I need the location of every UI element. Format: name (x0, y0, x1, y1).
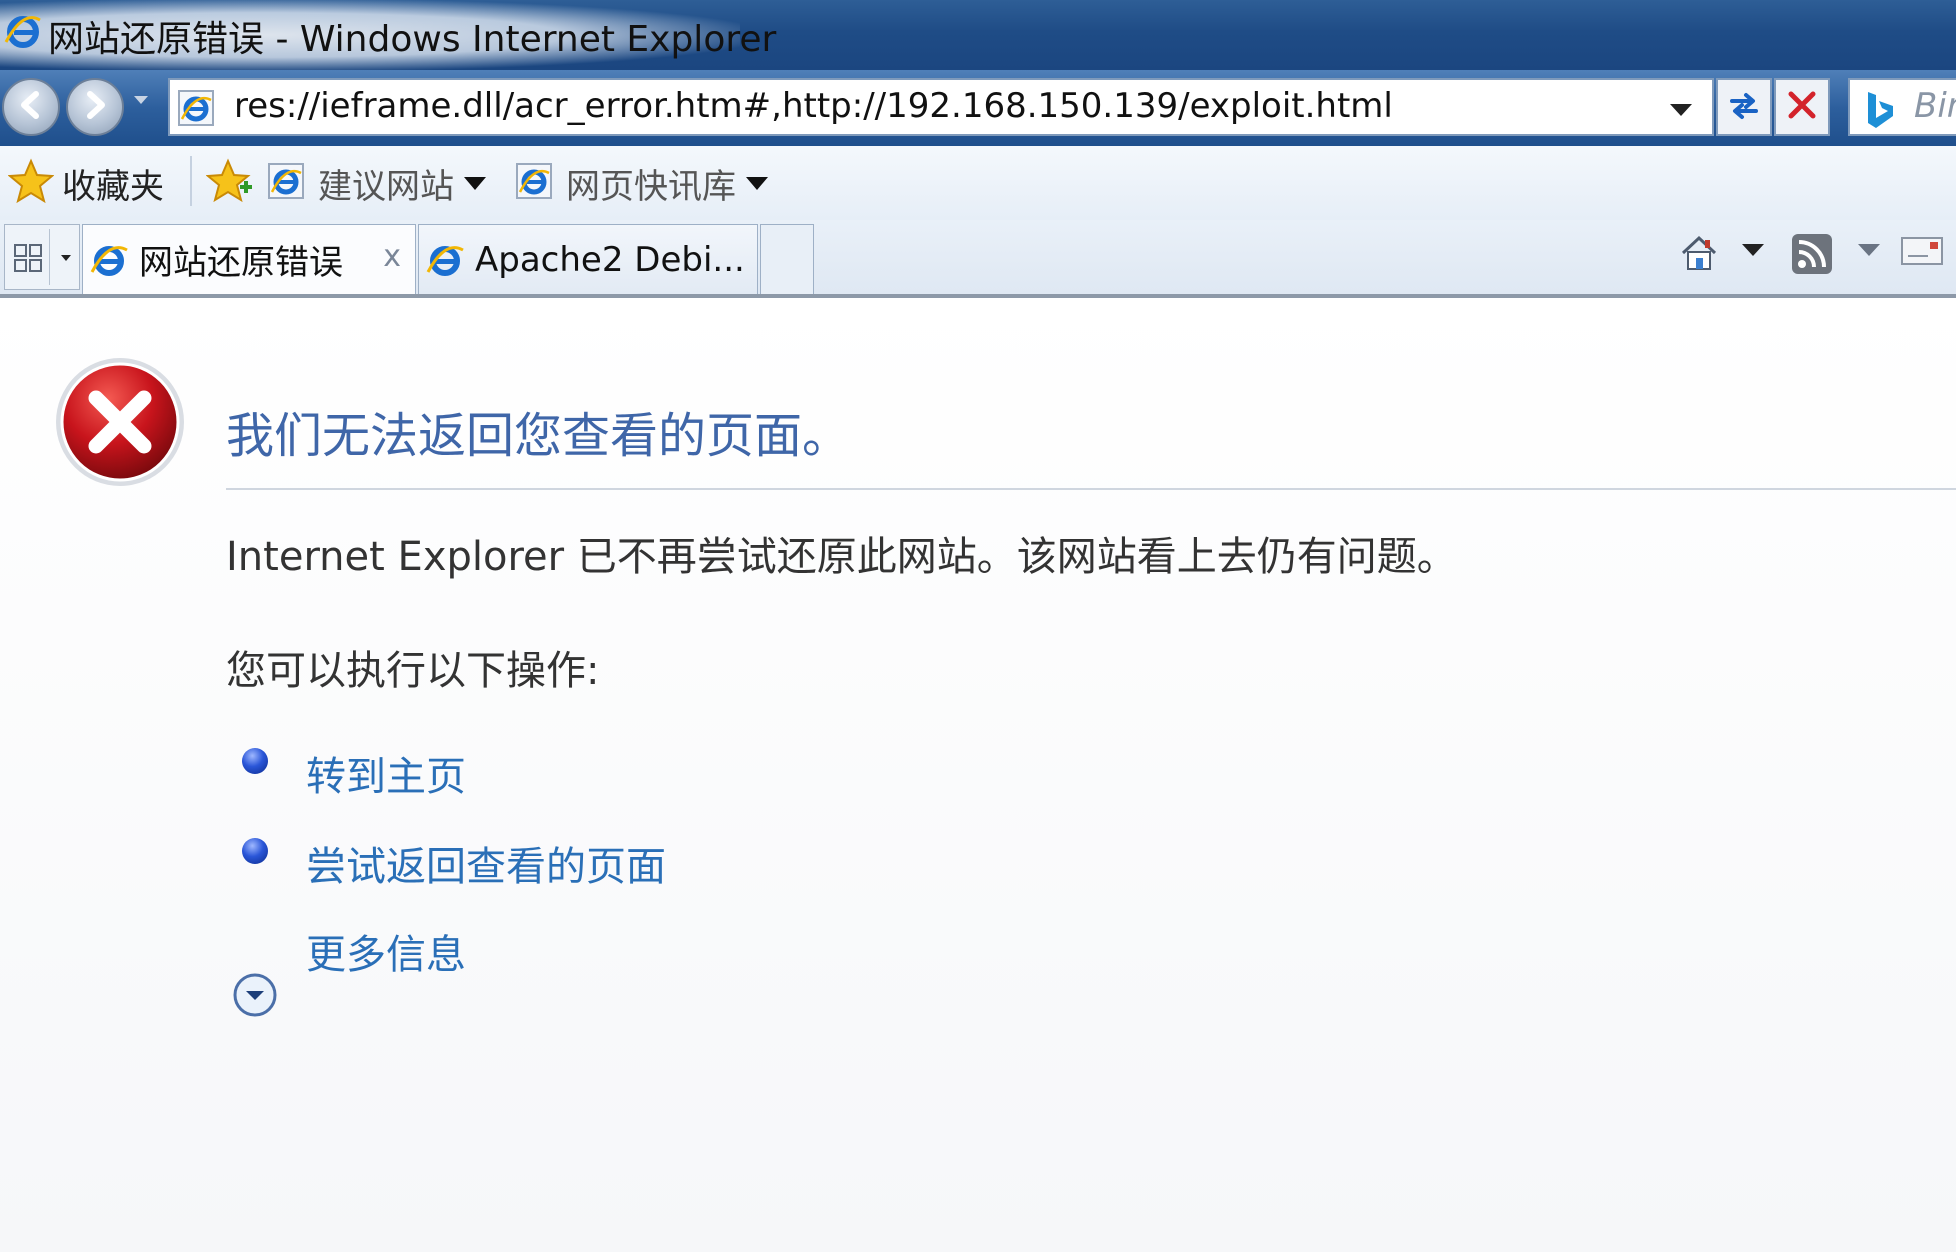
error-message: Internet Explorer 已不再尝试还原此网站。该网站看上去仍有问题。 (226, 534, 1457, 580)
bing-icon (1862, 90, 1896, 134)
web-slice-ie-icon (514, 161, 554, 205)
go-to-home-link[interactable]: 转到主页 (306, 744, 466, 802)
address-url[interactable]: res://ieframe.dll/acr_error.htm#,http://… (234, 86, 1393, 126)
suggested-sites-label: 建议网站 (318, 166, 454, 207)
quick-tabs-button[interactable] (4, 224, 80, 290)
retry-page-link[interactable]: 尝试返回查看的页面 (306, 834, 666, 892)
suggested-sites-dropdown-icon (464, 176, 486, 190)
window-title-bar: 网站还原错误 - Windows Internet Explorer (0, 0, 1956, 70)
favorites-bar: 收藏夹 建议网站 网页快讯库 (0, 146, 1956, 220)
page-title: 我们无法返回您查看的页面。 (226, 408, 851, 464)
compatibility-view-button[interactable] (1716, 78, 1772, 136)
favorites-label: 收藏夹 (62, 166, 164, 207)
tab-list-dropdown-icon[interactable] (61, 255, 71, 261)
back-arrow-icon (14, 88, 48, 126)
quick-tabs-grid-icon (13, 243, 43, 277)
tab-restore-error[interactable]: 网站还原错误 x (82, 224, 416, 294)
search-box[interactable]: Bin (1848, 78, 1956, 136)
quick-tabs-separator (49, 229, 50, 285)
bullet-icon (242, 748, 268, 774)
web-slice-label: 网页快讯库 (566, 166, 736, 207)
back-button[interactable] (2, 78, 60, 136)
recent-pages-dropdown[interactable] (134, 96, 148, 104)
window-title: 网站还原错误 - Windows Internet Explorer (48, 19, 777, 60)
actions-heading: 您可以执行以下操作: (226, 648, 600, 694)
expand-chevron-icon[interactable] (232, 972, 278, 1022)
address-dropdown-icon[interactable] (1670, 104, 1692, 116)
tab-apache2-debian[interactable]: Apache2 Debi... (418, 224, 758, 294)
refresh-arrows-icon (1726, 87, 1762, 127)
stop-x-icon (1785, 88, 1819, 126)
tab-bar: 网站还原错误 x Apache2 Debi... (0, 220, 1956, 298)
ie-logo-icon (4, 12, 42, 54)
forward-button[interactable] (66, 78, 124, 136)
stop-button[interactable] (1774, 78, 1830, 136)
address-bar[interactable]: res://ieframe.dll/acr_error.htm#,http://… (168, 78, 1714, 136)
error-x-icon (52, 354, 188, 494)
home-icon[interactable] (1678, 232, 1720, 278)
suggested-sites-ie-icon (266, 161, 306, 205)
tab-label: Apache2 Debi... (475, 239, 745, 280)
tab-ie-icon (89, 240, 129, 280)
add-favorite-star-icon (205, 157, 254, 209)
new-tab-button[interactable] (760, 224, 814, 294)
error-page-content: 我们无法返回您查看的页面。 Internet Explorer 已不再尝试还原此… (0, 298, 1956, 1252)
read-mail-icon[interactable] (1900, 234, 1944, 274)
favorites-star-icon (7, 158, 55, 208)
home-dropdown-icon[interactable] (1742, 244, 1764, 256)
more-information-link[interactable]: 更多信息 (306, 922, 466, 980)
tab-close-icon[interactable]: x (383, 239, 401, 274)
rss-feeds-icon[interactable] (1790, 232, 1834, 280)
tab-label: 网站还原错误 (139, 243, 343, 283)
favorites-separator (190, 156, 192, 206)
add-to-favorites-bar-button[interactable] (205, 156, 254, 210)
favorites-button[interactable]: 收藏夹 (7, 156, 164, 210)
web-slice-dropdown-icon (746, 176, 768, 190)
search-placeholder: Bin (1914, 86, 1956, 126)
web-slice-gallery-button[interactable]: 网页快讯库 (514, 156, 768, 210)
tab-ie-icon (425, 240, 465, 280)
heading-divider (226, 488, 1956, 490)
rss-dropdown-icon[interactable] (1858, 244, 1880, 256)
bullet-icon (242, 838, 268, 864)
suggested-sites-button[interactable]: 建议网站 (266, 156, 486, 210)
page-ie-icon (176, 88, 216, 132)
forward-arrow-icon (78, 88, 112, 126)
navigation-bar: res://ieframe.dll/acr_error.htm#,http://… (0, 70, 1956, 146)
